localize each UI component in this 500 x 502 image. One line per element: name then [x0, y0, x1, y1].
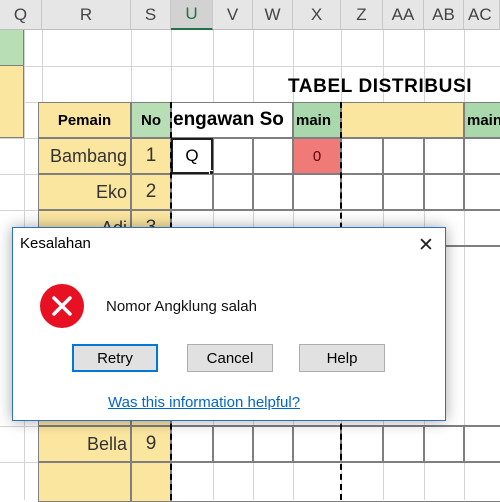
cell-pemain-eko[interactable]: Eko [38, 174, 131, 210]
cell-ac-2[interactable] [464, 174, 500, 210]
dialog-message: Nomor Angklung salah [106, 298, 257, 315]
table-title: TABEL DISTRIBUSI [288, 76, 473, 97]
cell-x-zero[interactable]: 0 [293, 138, 341, 174]
cell-aa-1[interactable] [383, 138, 424, 174]
cell-v-9[interactable] [213, 426, 253, 462]
cell-ab-1[interactable] [424, 138, 464, 174]
column-header-ab[interactable]: AB [424, 0, 464, 30]
header-main[interactable]: main [293, 102, 341, 138]
cell-w-1[interactable] [253, 138, 293, 174]
header-pemain[interactable]: Pemain [38, 102, 131, 138]
cell-v-1[interactable] [213, 138, 253, 174]
cell-aa-2[interactable] [383, 174, 424, 210]
cell-v-2[interactable] [213, 174, 253, 210]
dialog-title: Kesalahan [20, 235, 91, 252]
cell-ab-9[interactable] [424, 426, 464, 462]
cell-pemain-bambang[interactable]: Bambang [38, 138, 131, 174]
column-header-ac[interactable]: AC [464, 0, 500, 30]
cell-z-2[interactable] [341, 174, 383, 210]
cell-w-9[interactable] [253, 426, 293, 462]
cell-pemain-bella[interactable]: Bella [38, 426, 131, 462]
cell-z-9[interactable] [341, 426, 383, 462]
column-header-aa[interactable]: AA [383, 0, 424, 30]
retry-button[interactable]: Retry [72, 344, 158, 372]
cell-u-active[interactable]: Q [171, 138, 213, 174]
cell-x-9[interactable] [293, 426, 341, 462]
help-button[interactable]: Help [299, 344, 385, 372]
header-pengawan[interactable]: engawan So [171, 102, 293, 138]
cancel-button[interactable]: Cancel [187, 344, 273, 372]
close-icon: ✕ [418, 234, 434, 256]
cell-ac-1[interactable] [464, 138, 500, 174]
cell-w-2[interactable] [253, 174, 293, 210]
cell-ac-9[interactable] [464, 426, 500, 462]
cell-z-1[interactable] [341, 138, 383, 174]
cell-q-green[interactable] [0, 30, 24, 66]
header-no[interactable]: No [131, 102, 171, 138]
dialog-close-button[interactable]: ✕ [406, 228, 446, 262]
cell-ab-2[interactable] [424, 174, 464, 210]
header-blank[interactable] [341, 102, 464, 138]
cell-u-9[interactable] [171, 426, 213, 462]
cell-no-9[interactable]: 9 [131, 426, 171, 462]
cell-q-yellow[interactable] [0, 66, 24, 138]
cell-row-bottom[interactable] [171, 462, 500, 502]
column-header-q[interactable]: Q [0, 0, 42, 30]
cell-no-1[interactable]: 1 [131, 138, 171, 174]
error-icon [40, 284, 84, 328]
column-header-z[interactable]: Z [341, 0, 383, 30]
gridline [0, 66, 500, 67]
cell-no-bottom[interactable] [131, 462, 171, 502]
column-header-r[interactable]: R [42, 0, 131, 30]
cell-pemain-bottom[interactable] [38, 462, 131, 502]
cell-u-2[interactable] [171, 174, 213, 210]
cell-no-2[interactable]: 2 [131, 174, 171, 210]
error-dialog: Kesalahan ✕ Nomor Angklung salah Retry C… [12, 227, 446, 421]
column-header-x[interactable]: X [293, 0, 341, 30]
feedback-link[interactable]: Was this information helpful? [108, 394, 300, 411]
column-header-w[interactable]: W [253, 0, 293, 30]
column-header-u[interactable]: U [171, 0, 213, 30]
column-header-s[interactable]: S [131, 0, 171, 30]
cell-aa-9[interactable] [383, 426, 424, 462]
column-header-v[interactable]: V [213, 0, 253, 30]
cell-x-2[interactable] [293, 174, 341, 210]
header-main-2[interactable]: main [464, 102, 500, 138]
